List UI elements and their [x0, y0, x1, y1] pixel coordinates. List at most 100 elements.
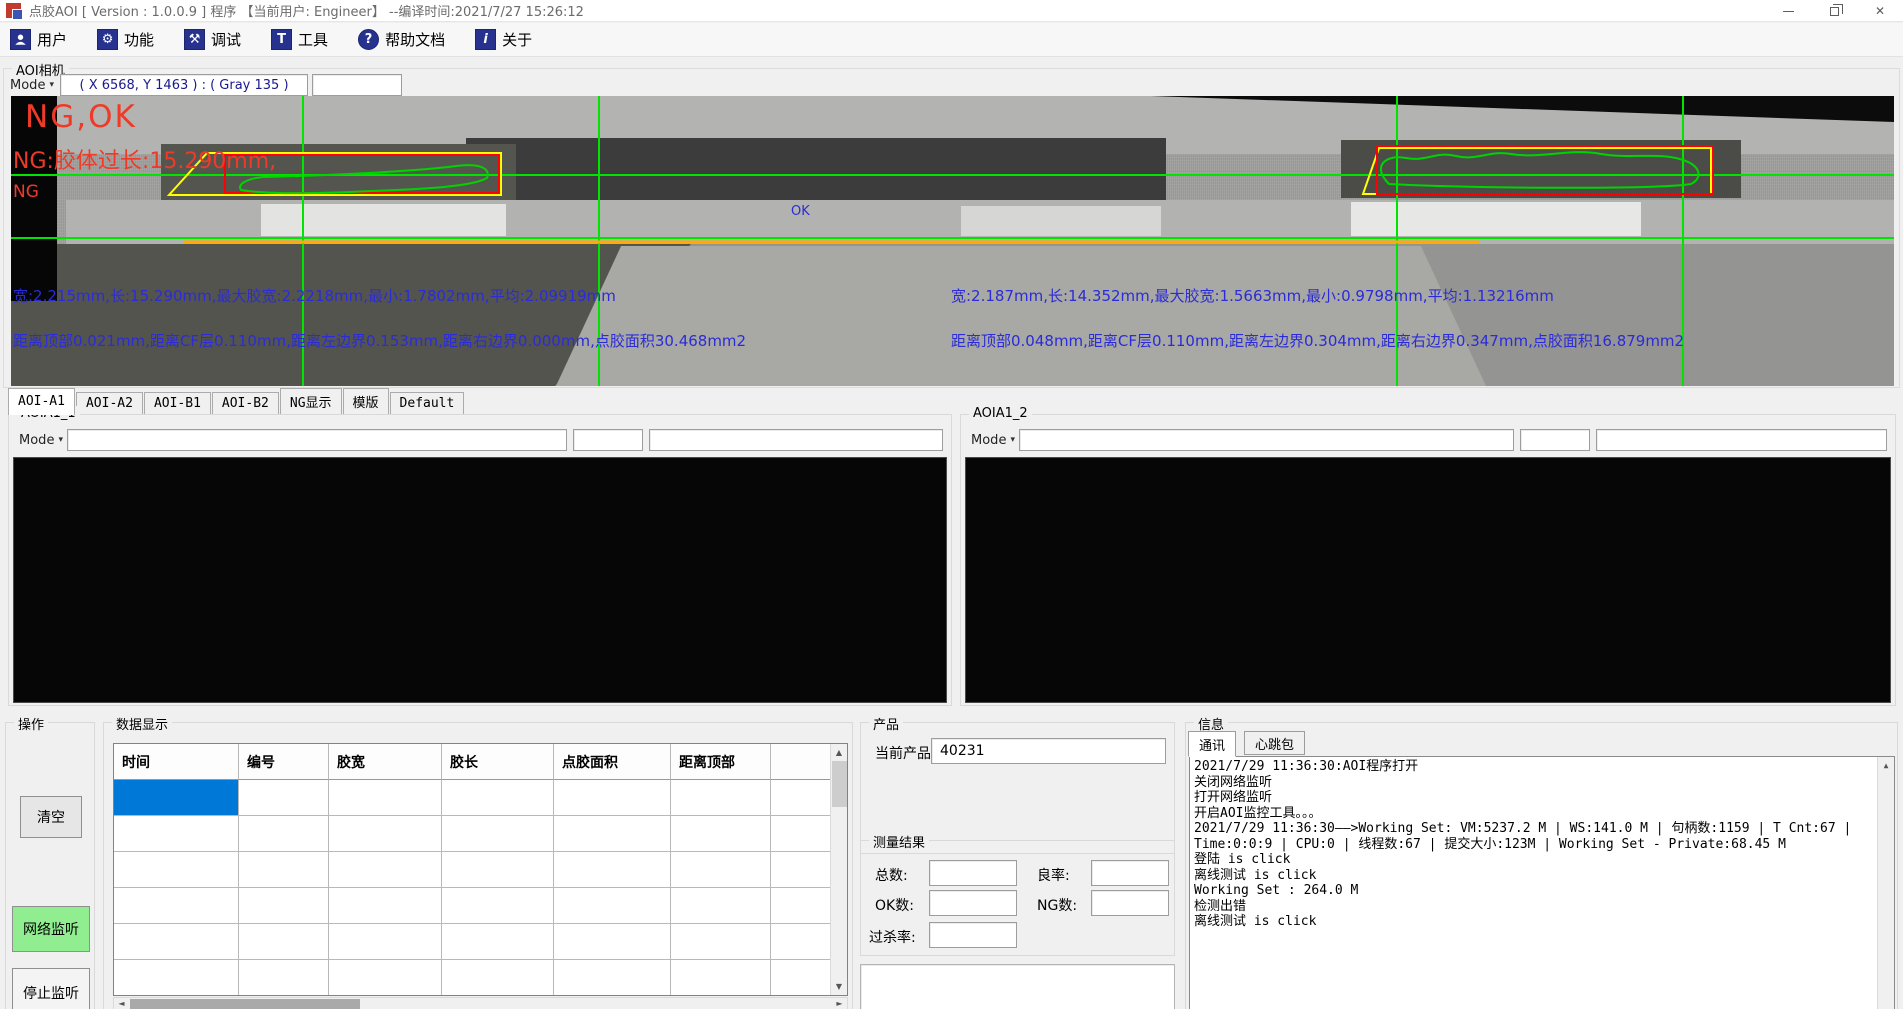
- ng-count-label: NG数:: [1037, 895, 1077, 915]
- table-cell[interactable]: [239, 888, 329, 924]
- table-cell[interactable]: [329, 960, 442, 996]
- table-cell[interactable]: [239, 780, 329, 816]
- menu-item-tools[interactable]: T 工具: [271, 29, 328, 50]
- table-cell[interactable]: [329, 888, 442, 924]
- tab-ng-display[interactable]: NG显示: [280, 388, 342, 415]
- app-window: 点胶AOI [ Version : 1.0.0.9 ] 程序 【当前用户: En…: [0, 0, 1903, 1009]
- tab-comm[interactable]: 通讯: [1188, 731, 1236, 757]
- table-cell[interactable]: [771, 924, 830, 960]
- tab-aoi-b1[interactable]: AOI-B1: [144, 392, 211, 415]
- table-cell[interactable]: [771, 852, 830, 888]
- log-output[interactable]: 2021/7/29 11:36:30:AOI程序打开 关闭网络监听 打开网络监听…: [1189, 756, 1895, 1009]
- table-cell[interactable]: [239, 816, 329, 852]
- menu-item-function[interactable]: ⚙ 功能: [97, 29, 154, 50]
- table-cell[interactable]: [771, 960, 830, 996]
- table-vertical-scrollbar[interactable]: ▲ ▼: [830, 744, 847, 995]
- camera-viewport[interactable]: NG,OK NG:胶体过长:15.290mm, NG OK 宽:2.215mm,…: [11, 96, 1894, 386]
- aoia1-2-field-1: [1019, 429, 1514, 451]
- scrollbar-thumb[interactable]: [130, 999, 360, 1009]
- table-cell[interactable]: [239, 924, 329, 960]
- aoia1-1-image-canvas[interactable]: [13, 457, 947, 703]
- minimize-button[interactable]: [1765, 0, 1811, 22]
- scroll-right-icon[interactable]: ►: [832, 998, 847, 1009]
- aoia1-1-mode-dropdown[interactable]: Mode ▾: [19, 429, 63, 451]
- table-cell-selected[interactable]: [114, 780, 239, 816]
- table-cell[interactable]: [239, 852, 329, 888]
- camera-mode-dropdown[interactable]: Mode ▾: [8, 74, 56, 96]
- table-cell[interactable]: [554, 816, 671, 852]
- table-horizontal-scrollbar[interactable]: ◄ ►: [113, 997, 848, 1009]
- table-cell[interactable]: [554, 960, 671, 996]
- table-cell[interactable]: [671, 816, 771, 852]
- table-cell[interactable]: [771, 888, 830, 924]
- header-cell-glue-length[interactable]: 胶长: [442, 744, 554, 780]
- table-cell[interactable]: [554, 924, 671, 960]
- header-cell-glue-area[interactable]: 点胶面积: [554, 744, 671, 780]
- scroll-down-icon[interactable]: ▼: [831, 978, 847, 995]
- stop-listen-button[interactable]: 停止监听: [12, 968, 90, 1009]
- ng-flag-text: NG: [13, 182, 39, 202]
- log-line: Time:0:0:9 | CPU:0 | 线程数:67 | 提交大小:123M …: [1194, 837, 1874, 853]
- log-vertical-scrollbar[interactable]: ▲ ▼: [1877, 757, 1894, 1009]
- table-cell[interactable]: [671, 960, 771, 996]
- scroll-up-icon[interactable]: ▲: [1878, 757, 1894, 774]
- tab-aoi-b2[interactable]: AOI-B2: [212, 392, 279, 415]
- table-cell[interactable]: [671, 780, 771, 816]
- table-cell[interactable]: [671, 852, 771, 888]
- scroll-down-icon[interactable]: ▼: [1878, 1004, 1894, 1009]
- table-cell[interactable]: [671, 924, 771, 960]
- aoia1-2-image-canvas[interactable]: [965, 457, 1891, 703]
- current-product-field[interactable]: 40231: [931, 738, 1166, 764]
- close-button[interactable]: ✕: [1857, 0, 1903, 22]
- table-cell[interactable]: [329, 780, 442, 816]
- tab-aoi-a1[interactable]: AOI-A1: [8, 388, 75, 415]
- scroll-left-icon[interactable]: ◄: [114, 998, 129, 1009]
- tab-heartbeat[interactable]: 心跳包: [1244, 731, 1305, 755]
- table-cell[interactable]: [442, 888, 554, 924]
- table-cell[interactable]: [442, 852, 554, 888]
- table-cell[interactable]: [114, 816, 239, 852]
- aoia1-2-mode-dropdown[interactable]: Mode ▾: [971, 429, 1015, 451]
- camera-group: AOI相机 Mode ▾ ( X 6568, Y 1463 ) : ( Gray…: [3, 68, 1900, 388]
- table-cell[interactable]: [671, 888, 771, 924]
- menu-item-user[interactable]: 用户: [10, 29, 67, 50]
- camera-aux-field: [312, 74, 402, 96]
- tab-default[interactable]: Default: [390, 392, 465, 415]
- scroll-up-icon[interactable]: ▲: [831, 744, 847, 761]
- table-cell[interactable]: [114, 888, 239, 924]
- table-cell[interactable]: [329, 816, 442, 852]
- ng-reason-text: NG:胶体过长:15.290mm,: [13, 143, 276, 175]
- scrollbar-thumb[interactable]: [832, 761, 847, 807]
- table-cell[interactable]: [239, 960, 329, 996]
- table-cell[interactable]: [554, 888, 671, 924]
- info-icon: i: [475, 29, 496, 50]
- header-cell-time[interactable]: 时间: [114, 744, 239, 780]
- menu-item-about[interactable]: i 关于: [475, 29, 532, 50]
- table-cell[interactable]: [442, 816, 554, 852]
- table-cell[interactable]: [329, 852, 442, 888]
- maximize-button[interactable]: [1811, 0, 1857, 22]
- table-cell[interactable]: [114, 960, 239, 996]
- table-cell[interactable]: [114, 924, 239, 960]
- table-cell[interactable]: [442, 960, 554, 996]
- table-cell[interactable]: [442, 924, 554, 960]
- header-cell-top-distance[interactable]: 距离顶部: [671, 744, 771, 780]
- header-cell-glue-width[interactable]: 胶宽: [329, 744, 442, 780]
- wrench-icon: ⚒: [184, 29, 205, 50]
- table-cell[interactable]: [554, 780, 671, 816]
- clear-button[interactable]: 清空: [20, 796, 82, 838]
- menu-item-debug[interactable]: ⚒ 调试: [184, 29, 241, 50]
- header-cell-id[interactable]: 编号: [239, 744, 329, 780]
- table-cell[interactable]: [114, 852, 239, 888]
- table-row: [114, 852, 830, 888]
- menu-item-help[interactable]: ? 帮助文档: [358, 29, 445, 50]
- table-cell[interactable]: [771, 816, 830, 852]
- network-listen-button[interactable]: 网络监听: [12, 906, 90, 952]
- table-cell[interactable]: [442, 780, 554, 816]
- table-cell[interactable]: [771, 780, 830, 816]
- table-cell[interactable]: [554, 852, 671, 888]
- table-cell[interactable]: [329, 924, 442, 960]
- tab-template[interactable]: 模版: [343, 388, 389, 415]
- aoia1-1-field-1: [67, 429, 567, 451]
- tab-aoi-a2[interactable]: AOI-A2: [76, 392, 143, 415]
